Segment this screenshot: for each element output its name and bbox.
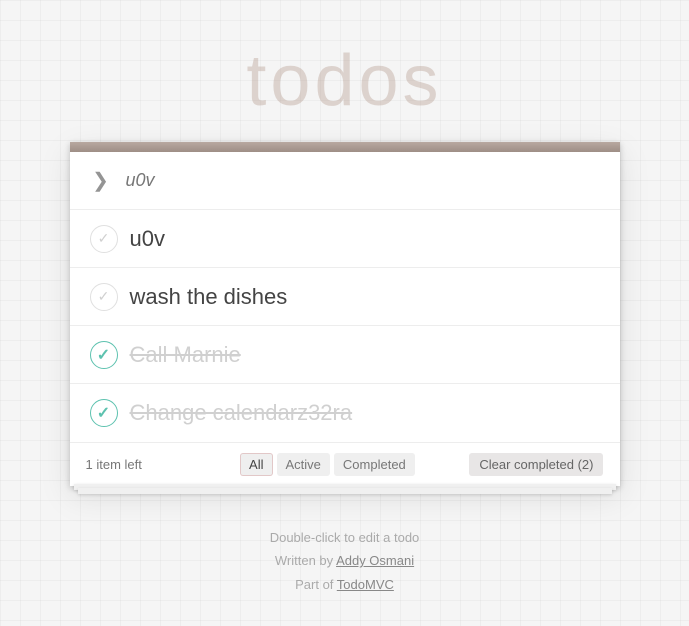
new-todo-row: ❯ (70, 152, 620, 210)
header-bar (70, 142, 620, 152)
new-todo-input[interactable] (116, 170, 604, 191)
checkbox-circle-4 (90, 399, 118, 427)
todo-label-2: wash the dishes (130, 284, 604, 310)
todo-label-1: u0v (130, 226, 604, 252)
part-of-line: Part of TodoMVC (270, 573, 420, 596)
written-by-line: Written by Addy Osmani (270, 549, 420, 572)
checkbox-circle-3 (90, 341, 118, 369)
filter-completed[interactable]: Completed (334, 453, 415, 476)
part-of-text: Part of (295, 577, 337, 592)
todo-item: u0v (70, 210, 620, 268)
checkbox-circle-1 (90, 225, 118, 253)
todo-checkbox-4[interactable] (86, 395, 122, 431)
todo-item: wash the dishes (70, 268, 620, 326)
footer-info: Double-click to edit a todo Written by A… (270, 526, 420, 596)
todo-list: u0v wash the dishes Call Marnie Change c… (70, 210, 620, 442)
todomvc-link[interactable]: TodoMVC (337, 577, 394, 592)
items-left-count: 1 item left (86, 457, 186, 472)
todo-app: ❯ u0v wash the dishes Call Marnie Cha (70, 142, 620, 486)
todo-checkbox-2[interactable] (86, 279, 122, 315)
double-click-hint: Double-click to edit a todo (270, 526, 420, 549)
checkbox-circle-2 (90, 283, 118, 311)
clear-completed-button[interactable]: Clear completed (2) (469, 453, 603, 476)
todo-footer: 1 item left All Active Completed Clear c… (70, 442, 620, 486)
filter-active[interactable]: Active (277, 453, 330, 476)
author-link[interactable]: Addy Osmani (336, 553, 414, 568)
todo-label-3: Call Marnie (130, 342, 604, 368)
todo-item: Call Marnie (70, 326, 620, 384)
todo-item: Change calendarz32ra (70, 384, 620, 442)
filter-all[interactable]: All (240, 453, 272, 476)
todo-checkbox-3[interactable] (86, 337, 122, 373)
app-title: todos (246, 40, 442, 122)
written-by-text: Written by (275, 553, 336, 568)
filter-tabs: All Active Completed (240, 453, 415, 476)
todo-label-4: Change calendarz32ra (130, 400, 604, 426)
todo-checkbox-1[interactable] (86, 221, 122, 257)
toggle-all-button[interactable]: ❯ (86, 166, 116, 196)
